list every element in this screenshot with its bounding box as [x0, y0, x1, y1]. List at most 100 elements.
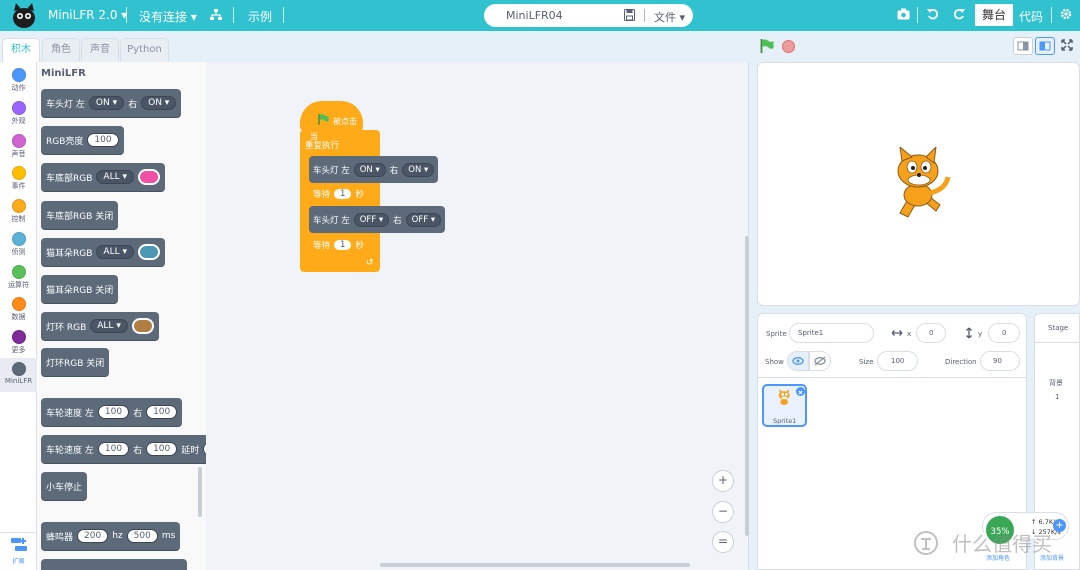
category-data[interactable]: 数据	[0, 293, 37, 325]
left-speed-input[interactable]: 100	[97, 405, 130, 419]
category-events[interactable]: 事件	[0, 162, 37, 194]
direction-input[interactable]: 90	[980, 351, 1020, 371]
left-dropdown[interactable]: ON ▾	[88, 96, 125, 110]
connection-menu[interactable]: 没有连接 ▾	[139, 8, 197, 25]
hierarchy-icon[interactable]	[210, 9, 222, 21]
tab-sounds[interactable]: 声音	[81, 38, 119, 62]
script-headlight-off[interactable]: 车头灯 左 OFF ▾ 右 OFF ▾	[309, 206, 446, 233]
show-hidden-button[interactable]	[809, 351, 831, 371]
examples-menu[interactable]: 示例	[248, 8, 272, 25]
normal-stage-button[interactable]	[1035, 37, 1055, 55]
show-visible-button[interactable]	[787, 351, 809, 371]
save-icon[interactable]	[624, 9, 635, 21]
color-picker[interactable]	[137, 244, 160, 260]
ms-input[interactable]: 500	[126, 529, 158, 543]
right-speed-input[interactable]: 100	[146, 405, 178, 419]
y-input[interactable]: 0	[988, 323, 1020, 343]
tab-sprites[interactable]: 角色	[42, 38, 80, 62]
right-dropdown[interactable]: ON ▾	[402, 162, 435, 177]
block-text: 右	[133, 408, 143, 419]
category-operators[interactable]: 运算符	[0, 261, 37, 293]
menu-divider	[126, 7, 127, 23]
project-name-field[interactable]: MiniLFR04	[506, 9, 563, 22]
wait-block[interactable]: 等待 1 秒	[309, 183, 368, 205]
stage-mode-button[interactable]: 舞台	[975, 4, 1013, 26]
block-headlight[interactable]: 车头灯 左 ON ▾ 右 ON ▾	[41, 89, 182, 117]
block-ring-rgb-off[interactable]: 灯环RGB 关闭	[41, 348, 110, 376]
block-buzzer[interactable]: 蜂鸣器 200 hz 500 ms	[41, 522, 181, 550]
category-dot-icon	[11, 297, 26, 311]
hz-input[interactable]: 200	[77, 529, 109, 543]
tab-blocks[interactable]: 积木	[2, 38, 40, 63]
left-speed-input[interactable]: 100	[97, 442, 130, 456]
gear-icon[interactable]	[1060, 8, 1072, 20]
normal-stage-icon	[1039, 41, 1051, 51]
category-motion[interactable]: 动作	[0, 64, 37, 96]
category-more[interactable]: 更多	[0, 326, 37, 358]
workspace-vertical-scrollbar[interactable]	[745, 236, 749, 536]
stop-icon[interactable]	[782, 40, 795, 53]
block-bottom-rgb[interactable]: 车底部RGB ALL ▾	[41, 163, 165, 191]
category-minilfr[interactable]: MiniLFR	[0, 358, 37, 392]
cat-sprite-icon[interactable]	[888, 147, 954, 221]
block-stop[interactable]: 小车停止	[41, 472, 88, 500]
wait-block[interactable]: 等待 1 秒	[309, 234, 368, 256]
delete-sprite-button[interactable]	[796, 387, 805, 396]
file-menu[interactable]: 文件 ▾	[654, 9, 685, 25]
ring-rgb-dropdown[interactable]: ALL ▾	[90, 319, 128, 333]
app-version-menu[interactable]: MiniLFR 2.0 ▾	[48, 8, 127, 22]
block-ear-rgb[interactable]: 猫耳朵RGB ALL ▾	[41, 238, 165, 266]
category-looks[interactable]: 外观	[0, 97, 37, 129]
backdrop-label: 背景	[1049, 379, 1063, 387]
zoom-out-button[interactable]: −	[712, 501, 734, 523]
ear-rgb-dropdown[interactable]: ALL ▾	[96, 245, 134, 259]
color-picker[interactable]	[137, 169, 160, 185]
x-input[interactable]: 0	[916, 323, 946, 343]
left-dropdown[interactable]: ON ▾	[353, 162, 386, 177]
size-input[interactable]: 100	[877, 351, 918, 371]
block-partial[interactable]	[41, 559, 187, 570]
camera-icon[interactable]	[897, 8, 910, 20]
redo-icon[interactable]	[953, 8, 965, 20]
seconds-input[interactable]: 1	[334, 189, 352, 199]
seconds-input[interactable]: 1	[334, 240, 352, 250]
brightness-input[interactable]: 100	[87, 133, 119, 147]
palette-scrollbar[interactable]	[198, 467, 202, 517]
mascot-logo-icon[interactable]	[10, 2, 38, 29]
small-stage-button[interactable]	[1013, 37, 1033, 55]
block-text: 车底部RGB 关闭	[46, 211, 114, 222]
stage-canvas[interactable]	[757, 62, 1080, 306]
green-flag-icon[interactable]	[760, 39, 774, 53]
fullscreen-button[interactable]	[1058, 37, 1078, 55]
category-control[interactable]: 控制	[0, 195, 37, 227]
widget-add-icon[interactable]: +	[1053, 519, 1066, 532]
left-dropdown[interactable]: OFF ▾	[353, 212, 390, 227]
zoom-in-button[interactable]: +	[712, 470, 734, 492]
color-picker[interactable]	[131, 318, 154, 334]
block-ring-rgb[interactable]: 灯环 RGB ALL ▾	[41, 312, 159, 340]
right-speed-input[interactable]: 100	[146, 442, 178, 456]
script-workspace[interactable]	[206, 62, 749, 570]
block-wheel-speed-delay[interactable]: 车轮速度 左 100 右 100 延时 100	[41, 435, 206, 463]
right-dropdown[interactable]: ON ▾	[141, 96, 177, 110]
add-extension-button[interactable]: 扩展	[0, 532, 37, 570]
undo-icon[interactable]	[927, 8, 939, 20]
sprite-info-panel: Sprite Sprite1 x 0 y 0 Show Size 100 Dir…	[757, 313, 1027, 378]
code-mode-button[interactable]: 代码	[1019, 8, 1043, 25]
tab-python[interactable]: Python	[120, 38, 169, 62]
category-sensing[interactable]: 侦测	[0, 228, 37, 260]
workspace-horizontal-scrollbar[interactable]	[380, 563, 690, 567]
when-flag-clicked-block[interactable]: 当 被点击	[300, 101, 363, 141]
block-ear-rgb-off[interactable]: 猫耳朵RGB 关闭	[41, 275, 119, 303]
block-text: 右	[133, 445, 143, 456]
zoom-reset-button[interactable]: =	[712, 531, 734, 553]
project-title-bar: MiniLFR04 文件 ▾	[484, 4, 693, 27]
sprite-name-input[interactable]: Sprite1	[789, 323, 874, 343]
script-headlight-on[interactable]: 车头灯 左 ON ▾ 右 ON ▾	[309, 156, 439, 183]
bottom-rgb-dropdown[interactable]: ALL ▾	[96, 170, 134, 184]
block-bottom-rgb-off[interactable]: 车底部RGB 关闭	[41, 201, 119, 229]
category-sound[interactable]: 声音	[0, 130, 37, 162]
block-wheel-speed[interactable]: 车轮速度 左 100 右 100	[41, 398, 183, 426]
block-rgb-brightness[interactable]: RGB亮度 100	[41, 126, 124, 154]
right-dropdown[interactable]: OFF ▾	[405, 212, 442, 227]
